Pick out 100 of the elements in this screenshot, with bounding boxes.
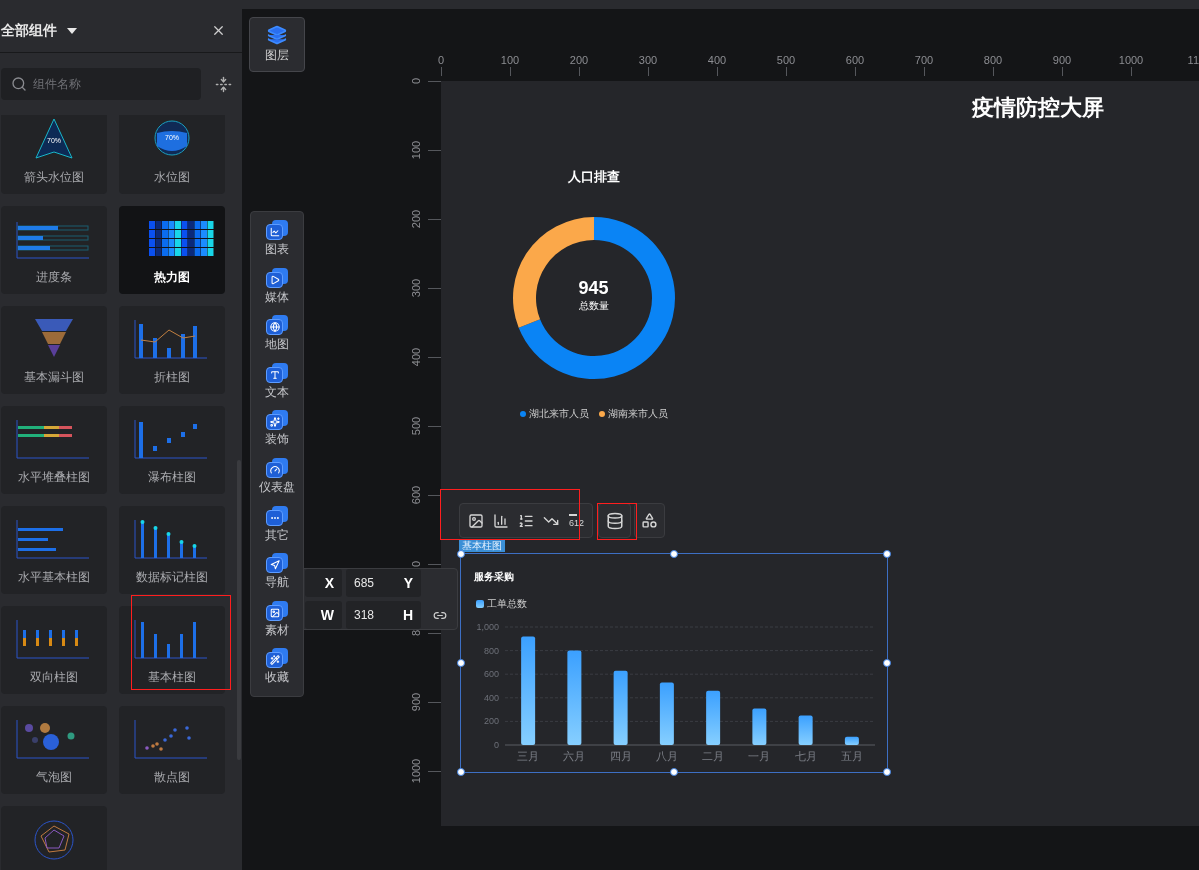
component-card[interactable]: 双向柱图 [1, 606, 107, 694]
ruler-label: 900 [410, 692, 422, 712]
resize-handle[interactable] [883, 550, 891, 558]
ruler-label: 0 [410, 560, 422, 568]
coordinate-input[interactable]: 685 [354, 576, 394, 590]
category-item[interactable]: 地图 [252, 315, 302, 363]
caret-icon [67, 27, 77, 34]
ruler-label: 300 [638, 54, 658, 66]
category-item[interactable]: 仪表盘 [252, 457, 302, 506]
data-button[interactable] [598, 503, 631, 538]
component-card[interactable]: 基本漏斗图 [1, 306, 107, 394]
ruler-label: 500 [776, 54, 796, 66]
axis-label: 四月 [609, 750, 632, 762]
coordinate-input[interactable]: 318 [354, 608, 394, 622]
resize-handle[interactable] [457, 768, 465, 776]
transform-button[interactable] [634, 503, 665, 538]
ruler-label: 600 [845, 54, 865, 66]
collapse-icon[interactable] [215, 75, 232, 93]
resize-handle[interactable] [883, 768, 891, 776]
close-button[interactable] [211, 23, 226, 38]
more-icon [266, 505, 288, 526]
ruler-label: 800 [983, 54, 1003, 66]
ruler-label: 200 [569, 54, 589, 66]
coordinate-label: W [305, 601, 342, 629]
component-card[interactable]: 瀑布柱图 [119, 406, 225, 494]
axis-label: 七月 [794, 750, 817, 762]
funnel-drawing [35, 319, 73, 357]
category-item[interactable]: 文本 [252, 362, 302, 411]
ruler-label: 500 [410, 416, 422, 436]
component-card[interactable]: 进度条 [1, 206, 107, 294]
component-card[interactable]: 基本柱图 [119, 606, 225, 694]
component-card[interactable]: 热力图 [119, 206, 225, 294]
ruler-label: 0 [410, 77, 422, 85]
component-card[interactable]: 气泡图 [1, 706, 107, 794]
ruler-label: 400 [707, 54, 727, 66]
axis-label: 400 [483, 692, 499, 703]
bar [798, 715, 813, 745]
globe-icon [266, 315, 288, 336]
component-card[interactable]: 折柱图 [119, 306, 225, 394]
component-card[interactable]: 数据标记柱图 [119, 506, 225, 594]
bar [706, 690, 721, 745]
component-card[interactable]: 水平堆叠柱图 [1, 406, 107, 494]
ruler-label: 300 [410, 278, 422, 298]
image-icon [266, 600, 288, 621]
text-icon [266, 362, 288, 383]
category-item[interactable]: 收藏 [252, 648, 302, 696]
ruler-label: 200 [410, 209, 422, 229]
heatmap-drawing [149, 221, 214, 256]
category-item[interactable]: 导航 [252, 553, 302, 601]
coordinate-field[interactable]: 685 Y [346, 569, 421, 597]
wand-icon [266, 648, 288, 669]
resize-handle[interactable] [457, 550, 465, 558]
navigation-icon [266, 553, 288, 574]
water-gauge-drawing [154, 120, 190, 156]
axis-label: 0 [494, 740, 499, 750]
component-card[interactable]: 散点图 [119, 706, 225, 794]
search-input[interactable]: 组件名称 [31, 76, 171, 92]
sparkle-icon [266, 410, 288, 431]
axis-label: 八月 [655, 750, 678, 762]
category-item[interactable]: 装饰 [252, 410, 302, 458]
gauge-icon [266, 457, 288, 478]
axis-label: 一月 [748, 750, 771, 762]
resize-handle[interactable] [670, 768, 678, 776]
coordinate-label: Y [403, 575, 413, 591]
coordinate-label: X [305, 569, 342, 597]
ruler-label: 600 [410, 485, 422, 505]
total-label: 总数量 [578, 298, 609, 313]
category-item[interactable]: 素材 [252, 600, 302, 649]
category-item[interactable]: 媒体 [252, 267, 302, 316]
coordinate-label: H [402, 607, 413, 623]
legend-swatch [476, 600, 484, 608]
chart-icon [266, 220, 288, 240]
bar [752, 708, 767, 745]
radar-drawing [34, 820, 74, 860]
component-card[interactable]: 水平基本柱图 [1, 506, 107, 594]
ruler-label: 1000 [410, 758, 422, 784]
panel-title[interactable]: 全部组件 [1, 21, 77, 40]
ruler-label: 100 [410, 140, 422, 160]
axis-label: 800 [483, 645, 499, 656]
ruler-label: 11 [1187, 54, 1199, 66]
total-value: 945 [578, 277, 609, 299]
category-item[interactable]: 其它 [252, 505, 302, 554]
arrow-gauge-drawing [35, 118, 73, 159]
ruler-label: 1000 [1118, 54, 1144, 66]
play-icon [266, 267, 288, 288]
chart-title: 人口排查 [567, 168, 620, 186]
resize-handle[interactable] [457, 659, 465, 667]
coordinate-field[interactable]: 318 H [346, 601, 421, 629]
layers-button[interactable]: 图层 [249, 17, 305, 72]
search-icon [11, 76, 27, 92]
axis-label: 二月 [702, 750, 725, 762]
layers-icon [267, 25, 287, 45]
shapes-icon [641, 512, 658, 529]
search-field[interactable]: 组件名称 [1, 68, 201, 100]
resize-handle[interactable] [883, 659, 891, 667]
bar [659, 682, 674, 745]
category-item[interactable]: 图表 [252, 220, 302, 268]
axis-label: 六月 [563, 750, 586, 762]
resize-handle[interactable] [670, 550, 678, 558]
legend-item: 工单总数 [476, 597, 527, 611]
